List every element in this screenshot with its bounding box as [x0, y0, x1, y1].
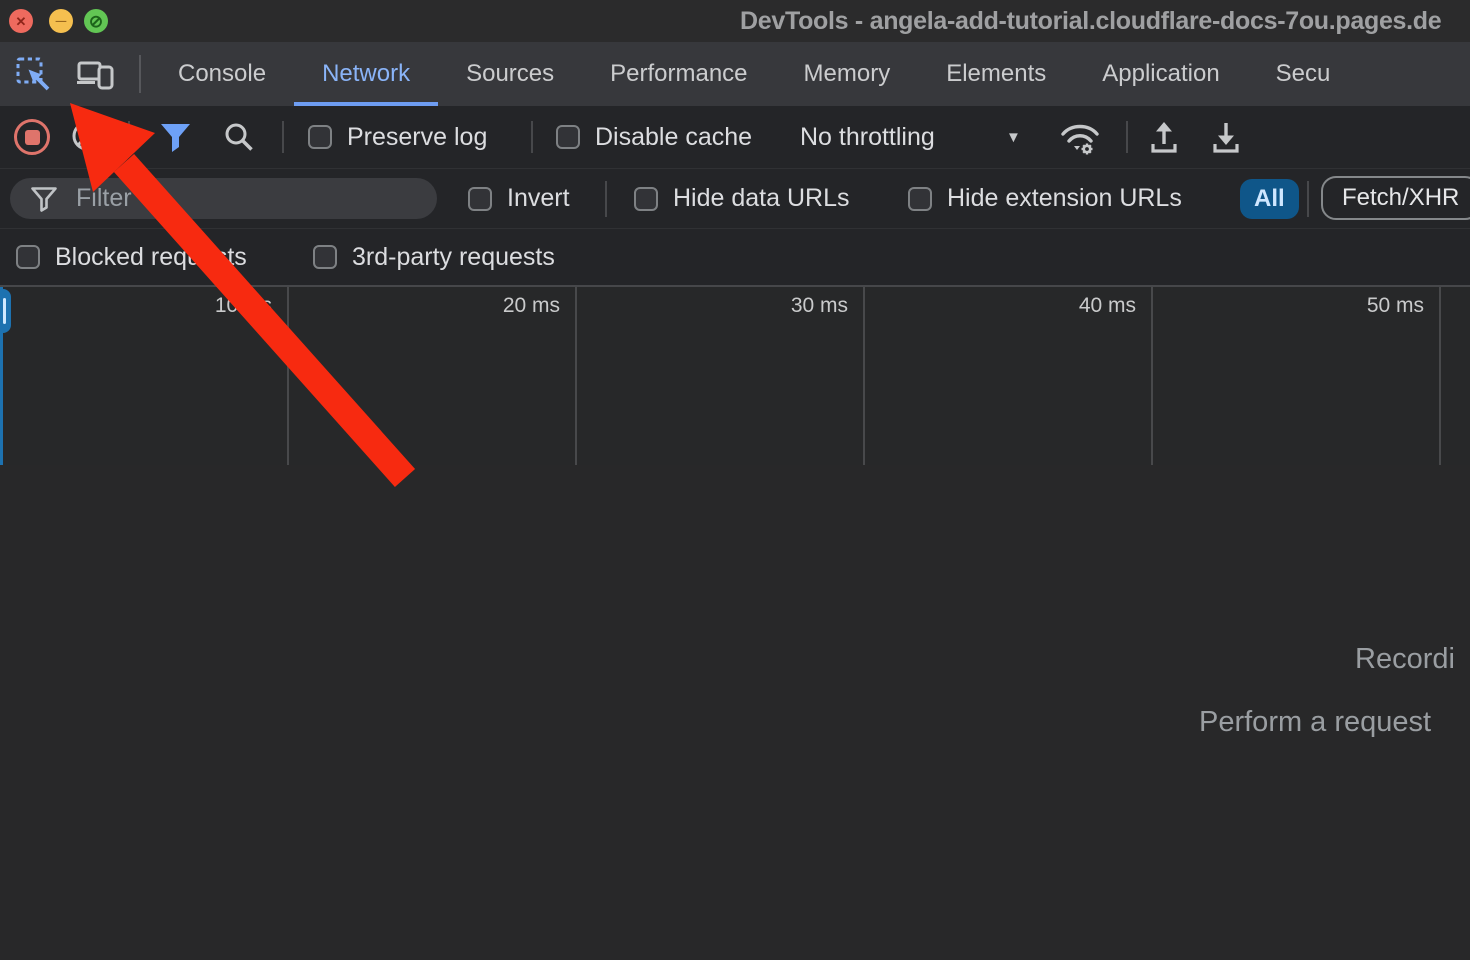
request-type-fetch-xhr-button[interactable]: Fetch/XHR: [1321, 176, 1470, 220]
blocked-requests-label: Blocked requests: [55, 243, 247, 272]
toolbar-divider: [531, 121, 533, 153]
tab-performance[interactable]: Performance: [582, 42, 775, 106]
filter-bar: Invert Hide data URLs Hide extension URL…: [0, 169, 1470, 229]
disable-cache-label: Disable cache: [595, 123, 752, 152]
window-title: DevTools - angela-add-tutorial.cloudflar…: [740, 0, 1441, 42]
arrow-down-tray-icon: [1208, 118, 1244, 156]
request-type-all-button[interactable]: All: [1240, 179, 1299, 219]
preserve-log-label: Preserve log: [347, 123, 487, 152]
tab-list: ConsoleNetworkSourcesPerformanceMemoryEl…: [150, 42, 1358, 106]
caret-down-icon[interactable]: ▼: [1006, 106, 1021, 168]
hide-extension-urls-label: Hide extension URLs: [947, 184, 1182, 213]
zoom-window-button[interactable]: ⊘: [84, 9, 108, 33]
clear-network-log-button[interactable]: [70, 119, 104, 158]
clear-icon: [70, 119, 104, 153]
tab-application[interactable]: Application: [1074, 42, 1247, 106]
filterbar-divider: [1307, 181, 1309, 217]
titlebar: ✕ ─ ⊘ DevTools - angela-add-tutorial.clo…: [0, 0, 1470, 42]
devtools-window: ✕ ─ ⊘ DevTools - angela-add-tutorial.clo…: [0, 0, 1470, 960]
funnel-icon: [158, 122, 194, 154]
checkbox-box: [468, 187, 492, 211]
arrow-up-tray-icon: [1146, 118, 1182, 156]
preserve-log-checkbox[interactable]: Preserve log: [308, 106, 487, 168]
overview-tick-label: 50 ms: [1367, 294, 1424, 318]
tab-memory[interactable]: Memory: [776, 42, 919, 106]
toolbar-divider: [1126, 121, 1128, 153]
overview-divider: [863, 287, 865, 465]
minimize-window-button[interactable]: ─: [49, 9, 73, 33]
overview-divider: [287, 287, 289, 465]
invert-checkbox[interactable]: Invert: [468, 169, 570, 228]
filter-toggle-button[interactable]: [158, 122, 194, 159]
tab-bar: ConsoleNetworkSourcesPerformanceMemoryEl…: [0, 42, 1470, 106]
export-har-button[interactable]: [1208, 118, 1244, 161]
network-toolbar: Preserve log Disable cache No throttling…: [0, 106, 1470, 169]
tab-sources[interactable]: Sources: [438, 42, 582, 106]
third-party-requests-label: 3rd-party requests: [352, 243, 555, 272]
checkbox-box: [556, 125, 580, 149]
disable-cache-checkbox[interactable]: Disable cache: [556, 106, 752, 168]
third-party-requests-checkbox[interactable]: 3rd-party requests: [313, 229, 555, 285]
record-network-log-button[interactable]: [14, 119, 50, 155]
empty-state-hint-text: Perform a request: [1199, 706, 1431, 739]
filter-input-pill[interactable]: [10, 178, 437, 219]
device-toolbar-button[interactable]: [76, 55, 114, 93]
funnel-outline-icon: [30, 186, 58, 212]
close-window-button[interactable]: ✕: [9, 9, 33, 33]
overview-divider: [1151, 287, 1153, 465]
stop-record-icon: [25, 130, 40, 145]
throttling-value: No throttling: [800, 123, 935, 152]
import-har-button[interactable]: [1146, 118, 1182, 161]
requests-filter-bar: Blocked requests 3rd-party requests: [0, 229, 1470, 285]
invert-label: Invert: [507, 184, 570, 213]
checkbox-box: [908, 187, 932, 211]
overview-tick-label: 30 ms: [791, 294, 848, 318]
checkbox-box: [634, 187, 658, 211]
inspect-element-button[interactable]: [14, 55, 52, 93]
filterbar-divider: [605, 181, 607, 217]
throttling-select[interactable]: No throttling: [800, 106, 935, 168]
hide-extension-urls-checkbox[interactable]: Hide extension URLs: [908, 169, 1182, 228]
checkbox-box: [16, 245, 40, 269]
blocked-requests-checkbox[interactable]: Blocked requests: [16, 229, 247, 285]
overview-tick-label: 10 ms: [215, 294, 272, 318]
filter-input[interactable]: [74, 183, 408, 214]
search-icon: [222, 120, 256, 154]
wifi-gear-icon: [1058, 118, 1102, 158]
tab-network[interactable]: Network: [294, 42, 438, 106]
checkbox-box: [313, 245, 337, 269]
device-toolbar-icon: [76, 56, 114, 92]
overview-divider: [1439, 287, 1441, 465]
overview-selection-handle[interactable]: [0, 289, 11, 333]
overview-tick-label: 40 ms: [1079, 294, 1136, 318]
hide-data-urls-label: Hide data URLs: [673, 184, 849, 213]
overview-divider: [575, 287, 577, 465]
tab-elements[interactable]: Elements: [918, 42, 1074, 106]
tabbar-divider: [139, 55, 141, 93]
search-button[interactable]: [222, 120, 256, 159]
checkbox-box: [308, 125, 332, 149]
overview-tick-label: 20 ms: [503, 294, 560, 318]
tab-console[interactable]: Console: [150, 42, 294, 106]
overview-band[interactable]: 10 ms 20 ms 30 ms 40 ms 50 ms: [0, 285, 1470, 467]
inspect-icon: [15, 56, 51, 92]
empty-state-recording-text: Recordi: [1355, 643, 1455, 676]
tab-secu[interactable]: Secu: [1248, 42, 1359, 106]
hide-data-urls-checkbox[interactable]: Hide data URLs: [634, 169, 849, 228]
network-conditions-button[interactable]: [1058, 118, 1102, 163]
toolbar-divider: [282, 121, 284, 153]
toolbar-divider: [128, 121, 130, 153]
